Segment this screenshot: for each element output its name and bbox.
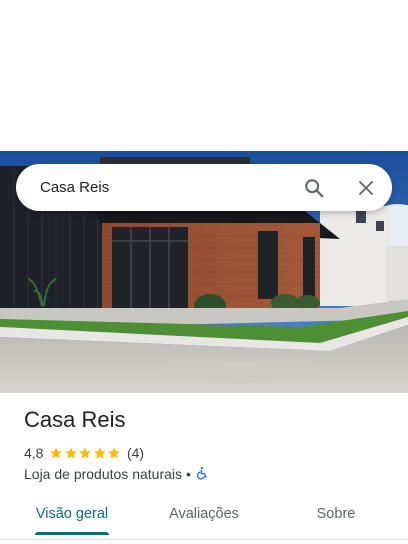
rating-value: 4,8 [24, 445, 44, 461]
active-tab-indicator [35, 532, 109, 535]
rating-row[interactable]: 4,8 (4) [24, 444, 144, 462]
separator-dot: • [186, 466, 191, 482]
place-tabs: Visão geral Avaliações Sobre [0, 496, 408, 536]
close-icon[interactable] [353, 175, 379, 201]
star-rating [49, 446, 122, 460]
category-label: Loja de produtos naturais [24, 466, 182, 482]
place-page: Casa Reis Casa Reis 4,8 (4) Loja de prod… [0, 0, 408, 544]
wheelchair-icon[interactable] [195, 466, 209, 483]
tabs-divider [0, 539, 408, 540]
category-row: Loja de produtos naturais • [24, 465, 209, 483]
search-icon[interactable] [301, 175, 327, 201]
star-icon [50, 447, 63, 459]
tab-about[interactable]: Sobre [284, 496, 388, 532]
search-bar[interactable]: Casa Reis [16, 164, 392, 211]
tab-overview[interactable]: Visão geral [20, 496, 124, 532]
search-input[interactable]: Casa Reis [40, 164, 109, 211]
star-icon [65, 447, 77, 459]
place-name: Casa Reis [24, 407, 126, 432]
tab-reviews[interactable]: Avaliações [152, 496, 256, 532]
review-count[interactable]: (4) [127, 445, 144, 461]
star-icon [79, 447, 92, 459]
star-icon [108, 447, 121, 459]
star-icon [94, 447, 106, 459]
